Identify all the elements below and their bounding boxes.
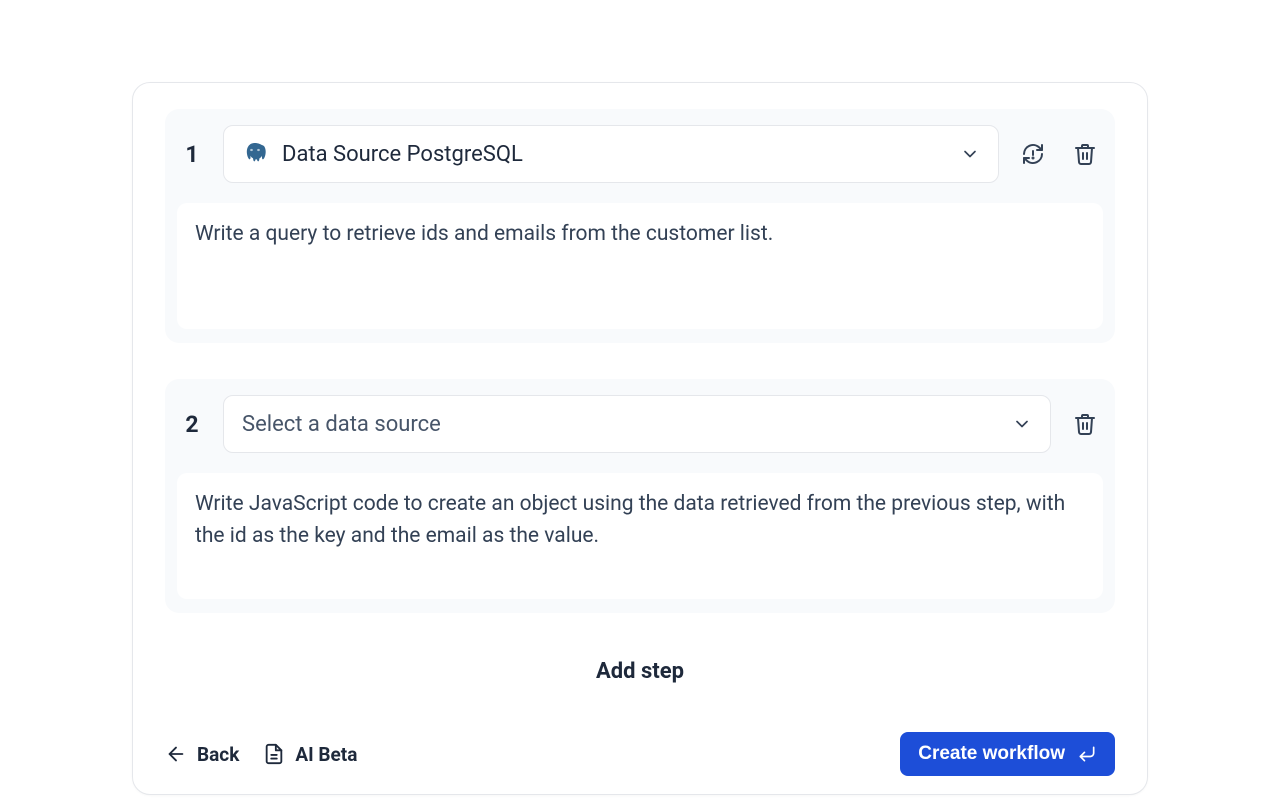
footer: Back AI Beta Create workflow [165, 732, 1115, 776]
step-instruction-input[interactable]: Write JavaScript code to create an objec… [177, 473, 1103, 599]
create-workflow-button[interactable]: Create workflow [900, 732, 1115, 776]
step-instruction-input[interactable]: Write a query to retrieve ids and emails… [177, 203, 1103, 329]
refresh-button[interactable] [1015, 136, 1051, 172]
step-header: 1 Data Source PostgreSQL [177, 125, 1103, 183]
step-number: 1 [177, 141, 207, 168]
datasource-label: Data Source PostgreSQL [282, 142, 946, 167]
datasource-select[interactable]: Select a data source [223, 395, 1051, 453]
footer-left: Back AI Beta [165, 743, 876, 766]
datasource-select[interactable]: Data Source PostgreSQL [223, 125, 999, 183]
document-icon [263, 743, 285, 765]
ai-beta-label: AI Beta [295, 743, 357, 766]
arrow-left-icon [165, 743, 187, 765]
add-step-button[interactable]: Add step [165, 659, 1115, 684]
step-header: 2 Select a data source [177, 395, 1103, 453]
workflow-card: 1 Data Source PostgreSQL [132, 82, 1148, 795]
workflow-step: 1 Data Source PostgreSQL [165, 109, 1115, 343]
back-button[interactable]: Back [165, 743, 239, 766]
create-workflow-label: Create workflow [918, 743, 1065, 765]
delete-step-button[interactable] [1067, 136, 1103, 172]
postgres-icon [242, 141, 268, 167]
workflow-step: 2 Select a data source Write JavaScript … [165, 379, 1115, 613]
back-label: Back [197, 743, 239, 766]
ai-beta-badge: AI Beta [263, 743, 357, 766]
datasource-label: Select a data source [242, 412, 998, 437]
delete-step-button[interactable] [1067, 406, 1103, 442]
chevron-down-icon [1012, 414, 1032, 434]
enter-key-icon [1077, 744, 1097, 764]
step-number: 2 [177, 411, 207, 438]
chevron-down-icon [960, 144, 980, 164]
